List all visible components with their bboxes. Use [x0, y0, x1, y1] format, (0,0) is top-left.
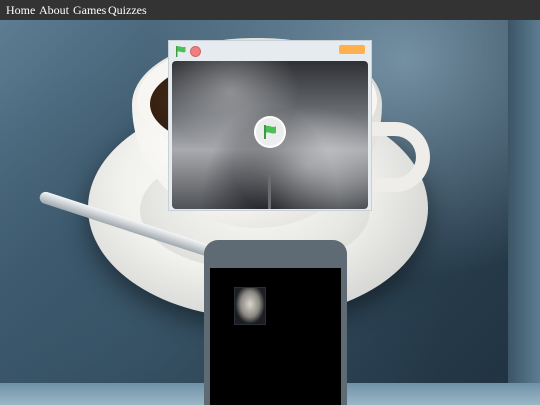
nav-link-quizzes[interactable]: Quizzes: [108, 2, 147, 18]
game-stage[interactable]: [172, 61, 368, 209]
cup-handle-image: [362, 122, 430, 192]
green-flag-icon[interactable]: [175, 45, 187, 57]
character-portrait: [234, 287, 266, 325]
phone-device: [204, 240, 347, 405]
game-player-window: [168, 40, 372, 211]
nav-link-games[interactable]: Games: [73, 2, 106, 18]
stop-icon[interactable]: [190, 46, 201, 57]
play-button[interactable]: [254, 116, 286, 148]
nav-link-about[interactable]: About: [39, 2, 69, 18]
tower-silhouette: [268, 171, 271, 209]
scratch-logo-icon: [339, 45, 365, 54]
nav-link-home[interactable]: Home: [6, 2, 35, 18]
phone-screen: [210, 268, 341, 405]
background-edge: [508, 20, 540, 405]
green-flag-play-icon: [264, 125, 276, 139]
top-nav: Home About Games Quizzes: [0, 0, 540, 20]
